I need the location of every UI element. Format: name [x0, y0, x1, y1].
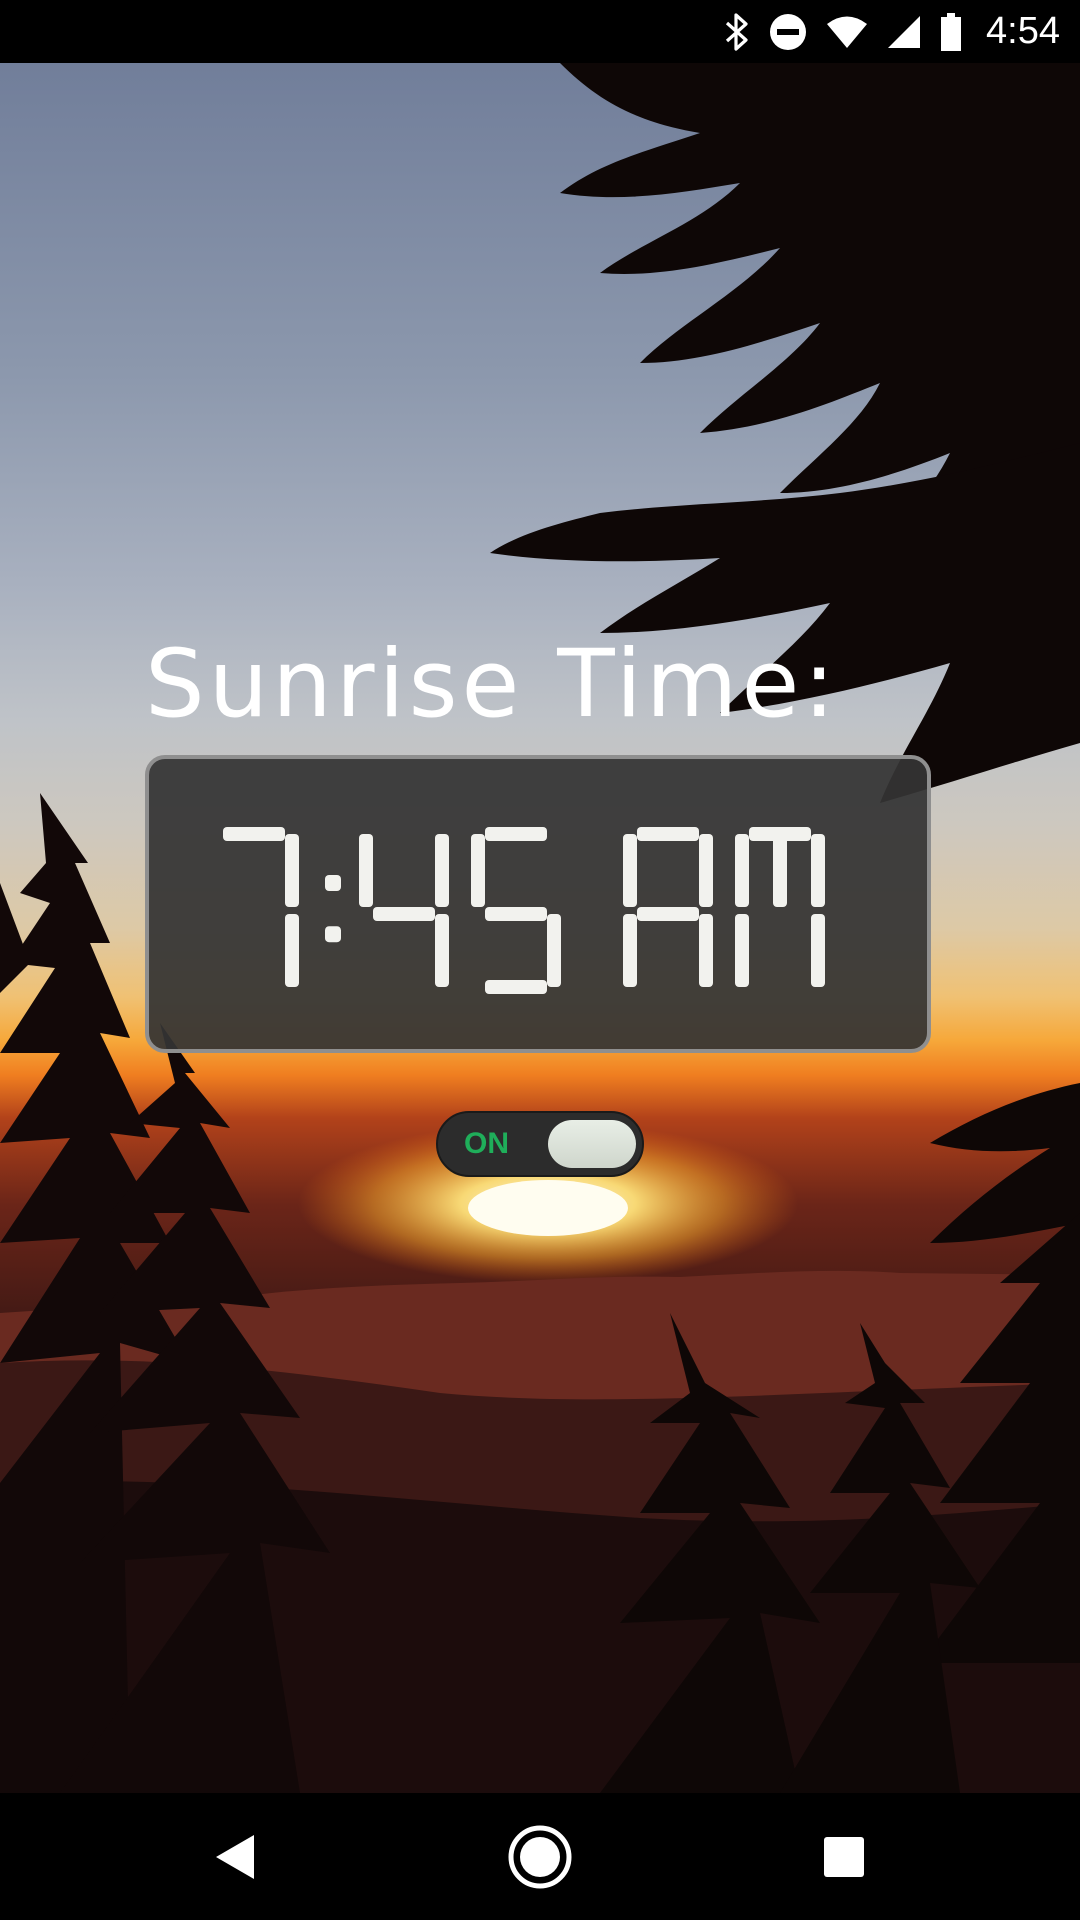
clock-digit-4 [359, 834, 449, 987]
cell-signal-icon [886, 14, 922, 50]
seven-segment-clock [223, 827, 825, 994]
back-icon [216, 1834, 254, 1879]
wifi-icon [826, 15, 868, 49]
sunrise-time-label: Sunrise Time: [145, 630, 839, 739]
clock-digit-5 [471, 827, 561, 994]
do-not-disturb-icon [768, 12, 808, 52]
toggle-thumb[interactable] [548, 1120, 636, 1168]
clock-digit-a [623, 827, 713, 987]
status-icons: 4:54 [724, 0, 1060, 63]
status-time: 4:54 [986, 10, 1060, 52]
back-button[interactable] [176, 1793, 296, 1920]
battery-icon [940, 12, 962, 52]
bluetooth-icon [724, 12, 750, 52]
home-button[interactable] [480, 1793, 600, 1920]
clock-colon [325, 875, 341, 943]
alarm-toggle-switch[interactable]: ON [436, 1111, 644, 1177]
alarm-time-display[interactable] [145, 755, 931, 1053]
recents-button[interactable] [784, 1793, 904, 1920]
clock-digit-m [735, 827, 825, 987]
clock-digit-7 [223, 827, 299, 987]
toggle-on-label: ON [464, 1127, 509, 1160]
status-bar: 4:54 [0, 0, 1080, 63]
navigation-bar [0, 1793, 1080, 1920]
recents-icon [824, 1836, 864, 1877]
home-icon [508, 1825, 572, 1888]
